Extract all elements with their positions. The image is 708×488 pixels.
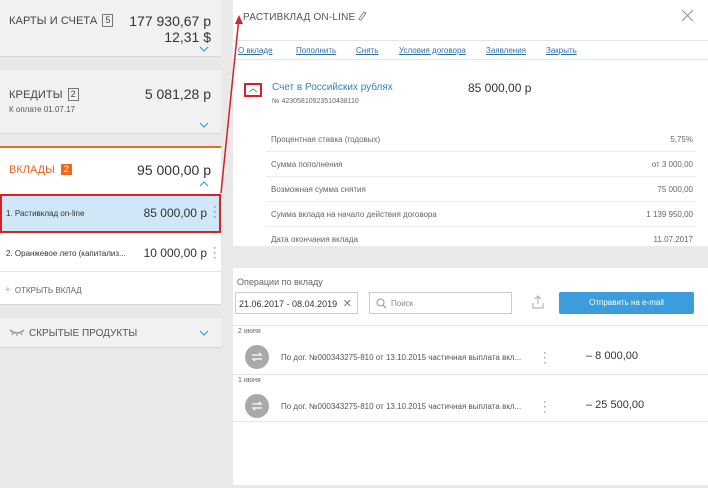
deposits-amount: 95 000,00 р	[137, 162, 211, 178]
date-header: 1 июня	[233, 374, 708, 388]
operation-description: По дог. №000343275-810 от 13.10.2015 час…	[281, 353, 522, 362]
open-deposit-link[interactable]: + ОТКРЫТЬ ВКЛАД	[5, 285, 82, 296]
deposits-title[interactable]: ВКЛАДЫ 2	[9, 164, 72, 176]
more-icon[interactable]: · · ·	[213, 202, 217, 223]
tab-applications[interactable]: Заявления	[486, 46, 526, 55]
close-icon[interactable]	[681, 9, 694, 22]
deposit-item-name: 2. Оранжевое лето (капитализ...	[6, 249, 126, 258]
deposits-card: ВКЛАДЫ 2 95 000,00 р 1. Растивклад on-lin…	[0, 146, 221, 305]
operation-amount: – 8 000,00	[586, 350, 638, 362]
eye-hidden-icon	[9, 329, 25, 336]
deposits-count-badge: 2	[60, 164, 72, 175]
credits-count-badge: 2	[67, 88, 79, 101]
cards-title: КАРТЫ И СЧЕТА 5	[9, 14, 114, 27]
more-icon[interactable]: · · ·	[213, 243, 217, 264]
account-toggle[interactable]	[244, 83, 262, 97]
hidden-products-card[interactable]: СКРЫТЫЕ ПРОДУКТЫ	[0, 318, 221, 348]
credits-card[interactable]: КРЕДИТЫ 2 5 081,28 р К оплате 01.07.17	[0, 70, 221, 134]
search-input[interactable]: Поиск	[369, 292, 512, 314]
deposit-item-amount: 85 000,00 р	[143, 206, 207, 220]
more-icon[interactable]: · · ·	[543, 348, 547, 369]
deposit-item-name: 1. Растивклад on-line	[6, 209, 85, 218]
operation-row[interactable]: По дог. №000343275-810 от 13.10.2015 час…	[233, 339, 708, 375]
export-icon[interactable]	[531, 294, 545, 310]
credits-title: КРЕДИТЫ 2	[9, 88, 79, 101]
tab-contract-terms[interactable]: Условия договора	[399, 46, 466, 55]
info-row: Дата окончания вклада 11.07.2017	[271, 235, 693, 244]
date-range-input[interactable]: 21.06.2017 - 08.04.2019 ✕	[235, 292, 358, 314]
chevron-down-icon[interactable]	[199, 330, 209, 336]
account-title[interactable]: Счет в Российских рублях	[272, 82, 393, 93]
credits-due-date: К оплате 01.07.17	[9, 105, 75, 114]
cards-accounts-card[interactable]: КАРТЫ И СЧЕТА 5 177 930,67 р 12,31 $	[0, 0, 221, 57]
info-row: Процентная ставка (годовых) 5,75%	[266, 127, 696, 152]
date-header: 2 июня	[233, 325, 708, 339]
account-number: № 42305810923510438110	[272, 98, 359, 105]
cards-count-badge: 5	[102, 14, 114, 27]
cards-amount-rub: 177 930,67 р	[129, 13, 211, 29]
chevron-down-icon[interactable]	[199, 122, 209, 128]
operation-description: По дог. №000343275-810 от 13.10.2015 час…	[281, 402, 522, 411]
info-row: Сумма пополнения от 3 000,00	[266, 152, 696, 177]
deposit-item-1[interactable]: 1. Растивклад on-line 85 000,00 р · · ·	[0, 194, 221, 233]
tab-about[interactable]: О вкладе	[238, 46, 273, 55]
deposit-detail-panel: РАСТИВКЛАД ON-LINE О вкладе Пополнить Сн…	[233, 0, 708, 246]
operations-panel: Операции по вкладу 21.06.2017 - 08.04.20…	[233, 268, 708, 485]
transfer-icon	[245, 345, 269, 369]
panel-tabs: О вкладе Пополнить Снять Условия договор…	[233, 40, 708, 60]
transfer-icon	[245, 394, 269, 418]
plus-icon: +	[5, 285, 11, 296]
send-email-button[interactable]: Отправить на e-mail	[559, 292, 694, 314]
divider	[233, 421, 708, 422]
info-row: Возможная сумма снятия 75 000,00	[266, 177, 696, 202]
hidden-products-title: СКРЫТЫЕ ПРОДУКТЫ	[9, 327, 137, 339]
chevron-up-icon	[248, 88, 258, 93]
operations-title: Операции по вкладу	[237, 277, 323, 287]
pencil-icon[interactable]	[358, 11, 367, 21]
operation-amount: – 25 500,00	[586, 399, 645, 411]
search-icon	[376, 298, 387, 309]
deposit-item-amount: 10 000,00 р	[143, 246, 207, 260]
cards-amount-usd: 12,31 $	[164, 29, 211, 45]
tab-close[interactable]: Закрыть	[546, 46, 577, 55]
credits-amount: 5 081,28 р	[144, 86, 211, 102]
panel-title: РАСТИВКЛАД ON-LINE	[243, 12, 356, 23]
chevron-down-icon[interactable]	[199, 46, 209, 52]
operation-row[interactable]: По дог. №000343275-810 от 13.10.2015 час…	[233, 388, 708, 424]
clear-icon[interactable]: ✕	[343, 297, 352, 310]
deposit-item-2[interactable]: 2. Оранжевое лето (капитализ... 10 000,0…	[0, 234, 221, 272]
info-row: Сумма вклада на начало действия договора…	[266, 202, 696, 227]
products-sidebar: КАРТЫ И СЧЕТА 5 177 930,67 р 12,31 $ КРЕД…	[0, 0, 221, 488]
tab-withdraw[interactable]: Снять	[356, 46, 378, 55]
account-amount: 85 000,00 р	[468, 81, 532, 95]
chevron-up-icon[interactable]	[199, 181, 209, 187]
deposit-info-list: Процентная ставка (годовых) 5,75% Сумма п…	[266, 127, 696, 252]
more-icon[interactable]: · · ·	[543, 397, 547, 418]
tab-top-up[interactable]: Пополнить	[296, 46, 336, 55]
